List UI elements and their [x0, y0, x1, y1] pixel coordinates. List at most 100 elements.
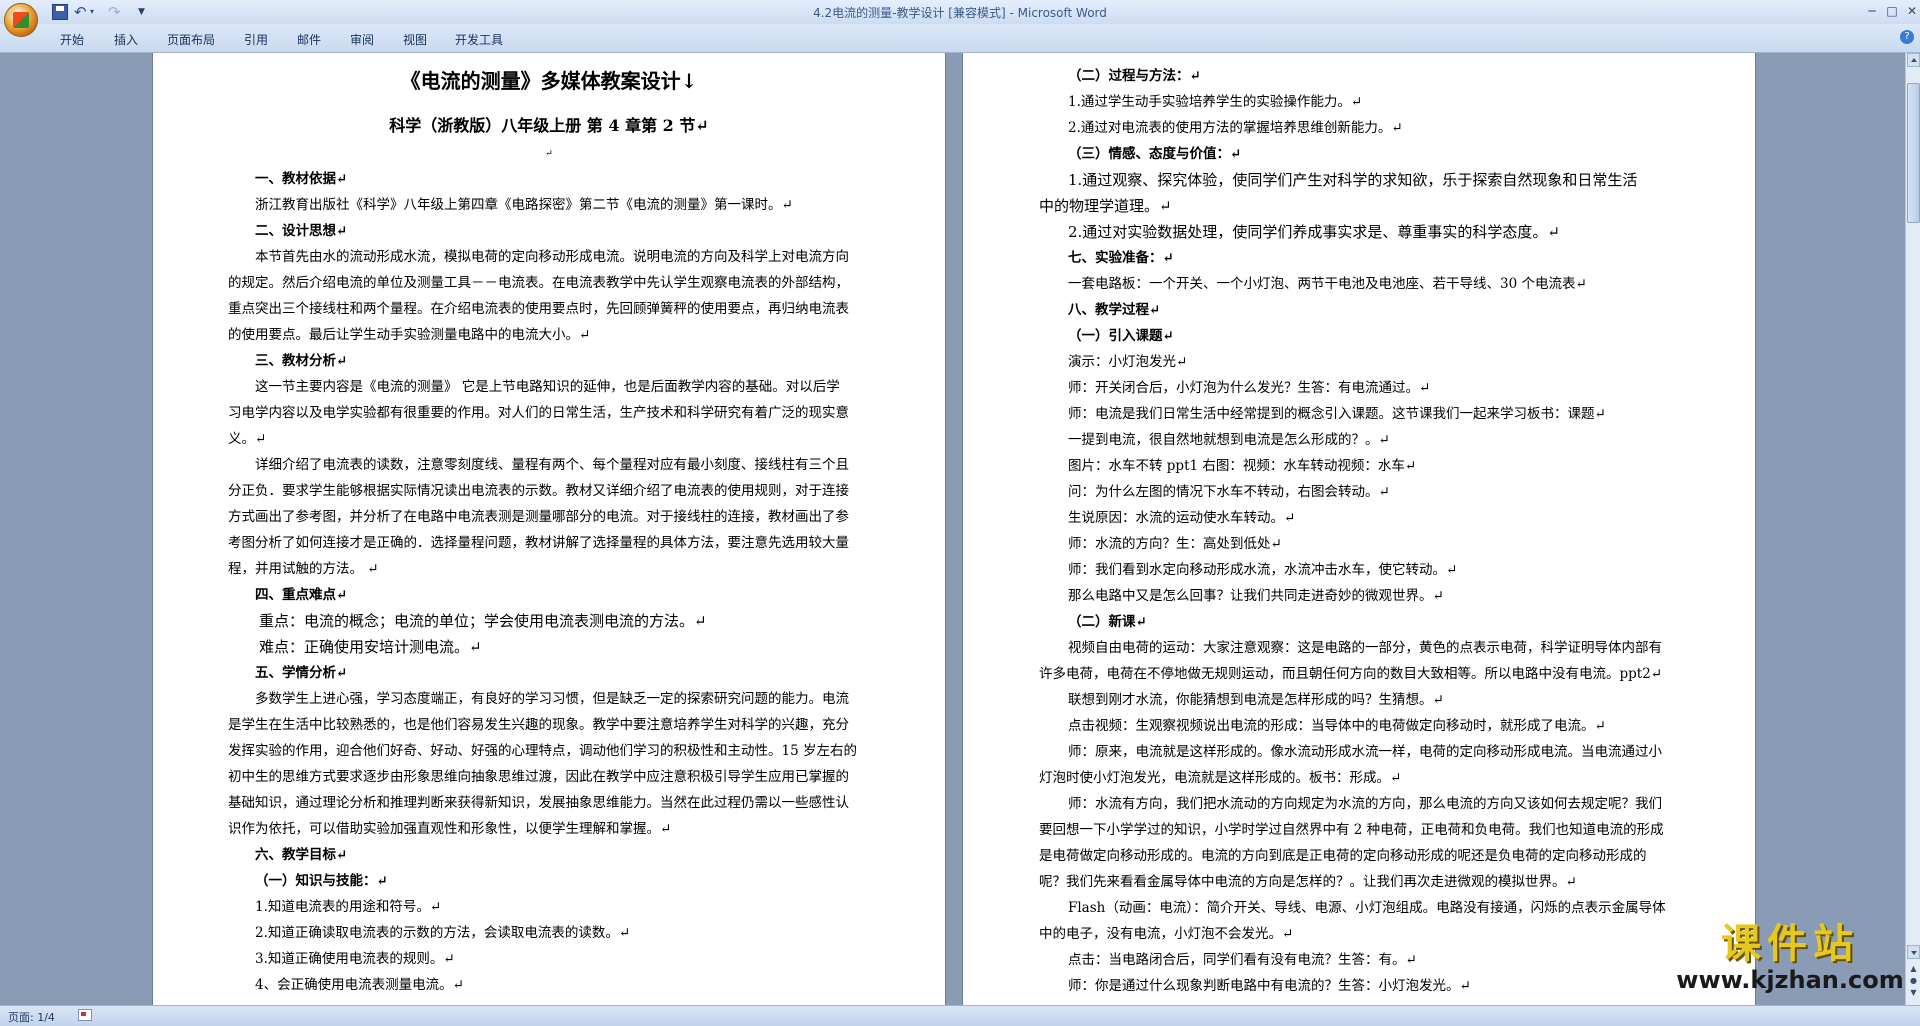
site-watermark: 课件站 www.kjzhan.com [1670, 922, 1910, 1000]
subsection-heading: （一）知识与技能：↵ [255, 873, 388, 889]
tab-insert[interactable]: 插入 [114, 31, 138, 48]
paragraph-line: 方式画出了参考图，并分析了在电路中电流表测是测量哪部分的电流。对于接线柱的连接，… [228, 509, 849, 525]
scroll-up-icon[interactable] [1907, 53, 1920, 67]
tab-review[interactable]: 审阅 [350, 31, 374, 48]
maximize-button[interactable]: □ [1882, 2, 1902, 20]
paragraph-line: 师：水流有方向，我们把水流动的方向规定为水流的方向，那么电流的方向又该如何去规定… [1068, 796, 1662, 812]
vertical-scrollbar[interactable]: ▲ ● ▼ [1905, 53, 1920, 1005]
section-heading: 六、教学目标↵ [255, 847, 348, 863]
paragraph-line: 呢？我们先来看看金属导体中电流的方向是怎样的？。让我们再次走进微观的模拟世界。↵ [1039, 874, 1577, 890]
tab-view[interactable]: 视图 [403, 31, 427, 48]
paragraph-line: 初中生的思维方式要求逐步由形象思维向抽象思维过渡，因此在教学中应注意积极引导学生… [228, 769, 849, 785]
paragraph-line: 是学生在生活中比较熟悉的，也是他们容易发生兴趣的现象。教学中要注意培养学生对科学… [228, 717, 849, 733]
paragraph-line: 识作为依托，可以借助实验加强直观性和形象性，以便学生理解和掌握。↵ [228, 821, 672, 837]
document-page[interactable]: （二）过程与方法：↵ 1.通过学生动手实验培养学生的实验操作能力。↵ 2.通过对… [963, 53, 1755, 1005]
paragraph-line: 演示：小灯泡发光↵ [1068, 354, 1188, 370]
scroll-thumb[interactable] [1907, 83, 1920, 223]
section-heading: 四、重点难点↵ [255, 587, 348, 603]
section-heading: 三、教材分析↵ [255, 353, 348, 369]
tab-page-layout[interactable]: 页面布局 [167, 31, 215, 48]
status-bar: 页面: 1/4 [0, 1005, 1920, 1026]
document-page[interactable]: 《电流的测量》多媒体教案设计↓ 科学（浙教版）八年级上册 第 4 章第 2 节↵… [153, 53, 945, 1005]
tab-references[interactable]: 引用 [244, 31, 268, 48]
paragraph-line: 许多电荷，电荷在不停地做无规则运动，而且朝任何方向的数目大致相等。所以电路中没有… [1039, 666, 1663, 682]
paragraph-line: 程，并用试触的方法。 ↵ [228, 561, 379, 577]
section-heading: 八、教学过程↵ [1068, 302, 1161, 318]
paragraph-line: 的规定。然后介绍电流的单位及测量工具－－电流表。在电流表教学中先认学生观察电流表… [228, 275, 849, 291]
paragraph-mark: ↵ [545, 149, 553, 159]
paragraph-line: 浙江教育出版社《科学》八年级上第四章《电路探密》第二节《电流的测量》第一课时。↵ [255, 197, 793, 213]
document-title: 《电流的测量》多媒体教案设计↓ [400, 69, 698, 93]
section-heading: 一、教材依据↵ [255, 171, 348, 187]
subsection-heading: （一）引入课题↵ [1068, 328, 1174, 344]
page-indicator[interactable]: 页面: 1/4 [8, 1009, 55, 1025]
paragraph-line: 习电学内容以及电学实验都有很重要的作用。对人们的日常生活，生产技术和科学研究有着… [228, 405, 849, 421]
office-button[interactable] [4, 3, 38, 37]
list-item: 2.通过对实验数据处理，使同学们养成事实求是、尊重事实的科学态度。↵ [1068, 223, 1560, 241]
paragraph-line: 难点：正确使用安培计测电流。↵ [259, 638, 482, 656]
list-item: 中的物理学道理。↵ [1039, 197, 1172, 215]
paragraph-line: 考图分析了如何连接才是正确的．选择量程问题，教材讲解了选择量程的具体方法，要注意… [228, 535, 849, 551]
paragraph-line: 发挥实验的作用，迎合他们好奇、好动、好强的心理特点，调动他们学习的积极性和主动性… [228, 743, 857, 759]
window-title: 4.2电流的测量-教学设计 [兼容模式] - Microsoft Word [813, 6, 1107, 20]
section-heading: 五、学情分析↵ [255, 665, 348, 681]
paragraph-line: 要回想一下小学学过的知识，小学时学过自然界中有 2 种电荷，正电荷和负电荷。我们… [1039, 822, 1664, 838]
tab-developer[interactable]: 开发工具 [455, 31, 503, 48]
proofing-icon[interactable] [78, 1009, 92, 1021]
help-icon[interactable]: ? [1900, 30, 1914, 44]
paragraph-line: 师：水流的方向？生：高处到低处↵ [1068, 536, 1282, 552]
paragraph-line: 生说原因：水流的运动使水车转动。↵ [1068, 510, 1296, 526]
tab-mailings[interactable]: 邮件 [297, 31, 321, 48]
document-subtitle: 科学（浙教版）八年级上册 第 4 章第 2 节↵ [389, 116, 709, 135]
paragraph-line: 一提到电流，很自然地就想到电流是怎么形成的？。↵ [1068, 432, 1390, 448]
paragraph-line: 图片：水车不转 ppt1 右图：视频：水车转动视频：水车↵ [1068, 458, 1417, 474]
list-item: 3.知道正确使用电流表的规则。↵ [255, 951, 455, 967]
list-item: 4、会正确使用电流表测量电流。↵ [255, 977, 464, 993]
section-heading: 二、设计思想↵ [255, 223, 348, 239]
watermark-title: 课件站 [1721, 921, 1859, 967]
paragraph-line: 一套电路板：一个开关、一个小灯泡、两节干电池及电池座、若干导线、30 个电流表↵ [1068, 276, 1587, 292]
title-bar: ↶ ▾ ↷ ▼ 4.2电流的测量-教学设计 [兼容模式] - Microsoft… [0, 0, 1920, 37]
paragraph-line: 师：电流是我们日常生活中经常提到的概念引入课题。这节课我们一起来学习板书：课题↵ [1068, 406, 1606, 422]
paragraph-line: 分正负．要求学生能够根据实际情况读出电流表的示数。教材又详细介绍了电流表的使用规… [228, 483, 849, 499]
list-item: 2.知道正确读取电流表的示数的方法，会读取电流表的读数。↵ [255, 925, 631, 941]
paragraph-line: 基础知识，通过理论分析和推理判断来获得新知识，发展抽象思维能力。当然在此过程仍需… [228, 795, 849, 811]
office-logo-icon [13, 12, 29, 28]
paragraph-line: 多数学生上进心强，学习态度端正，有良好的学习习惯，但是缺乏一定的探索研究问题的能… [255, 691, 849, 707]
paragraph-line: 师：开关闭合后，小灯泡为什么发光？生答：有电流通过。↵ [1068, 380, 1431, 396]
paragraph-line: 师：原来，电流就是这样形成的。像水流动形成水流一样，电荷的定向移动形成电流。当电… [1068, 744, 1662, 760]
paragraph-line: 本节首先由水的流动形成水流，模拟电荷的定向移动形成电流。说明电流的方向及科学上对… [255, 249, 849, 265]
paragraph-line: 重点：电流的概念；电流的单位；学会使用电流表测电流的方法。↵ [259, 612, 707, 630]
minimize-button[interactable]: ─ [1862, 2, 1882, 20]
subsection-heading: （二）新课↵ [1068, 614, 1147, 630]
paragraph-line: 师：我们看到水定向移动形成水流，水流冲击水车，使它转动。↵ [1068, 562, 1458, 578]
list-item: 1.通过观察、探究体验，使同学们产生对科学的求知欲，乐于探索自然现象和日常生活 [1068, 171, 1638, 189]
paragraph-line: 重点突出三个接线柱和两个量程。在介绍电流表的使用要点时，先回顾弹簧秤的使用要点，… [228, 301, 849, 317]
paragraph-line: 中的电子，没有电流，小灯泡不会发光。↵ [1039, 926, 1294, 942]
paragraph-line: 点击：当电路闭合后，同学们看有没有电流？生答：有。↵ [1068, 952, 1417, 968]
subsection-heading: （三）情感、态度与价值：↵ [1068, 146, 1242, 162]
paragraph-line: 师：你是通过什么现象判断电路中有电流的？生答：小灯泡发光。↵ [1068, 978, 1471, 994]
paragraph-line: 详细介绍了电流表的读数，注意零刻度线、量程有两个、每个量程对应有最小刻度、接线柱… [255, 457, 849, 473]
paragraph-line: 的使用要点。最后让学生动手实验测量电路中的电流大小。↵ [228, 327, 591, 343]
paragraph-line: 联想到刚才水流，你能猜想到电流是怎样形成的吗？生猜想。↵ [1068, 692, 1444, 708]
paragraph-line: 问：为什么左图的情况下水车不转动，右图会转动。↵ [1068, 484, 1390, 500]
paragraph-line: 那么电路中又是怎么回事？让我们共同走进奇妙的微观世界。↵ [1068, 588, 1444, 604]
list-item: 2.通过对电流表的使用方法的掌握培养思维创新能力。↵ [1068, 120, 1403, 136]
document-workspace: 《电流的测量》多媒体教案设计↓ 科学（浙教版）八年级上册 第 4 章第 2 节↵… [0, 53, 1905, 1005]
paragraph-line: 是电荷做定向移动形成的。电流的方向到底是正电荷的定向移动形成的呢还是负电荷的定向… [1039, 848, 1647, 864]
paragraph-line: 义。↵ [228, 431, 267, 447]
list-item: 1.通过学生动手实验培养学生的实验操作能力。↵ [1068, 94, 1363, 110]
paragraph-line: 点击视频：生观察视频说出电流的形成：当导体中的电荷做定向移动时，就形成了电流。↵ [1068, 718, 1606, 734]
ribbon-tab-bar: 开始 插入 页面布局 引用 邮件 审阅 视图 开发工具 ? [0, 24, 1920, 53]
paragraph-line: 这一节主要内容是《电流的测量》 它是上节电路知识的延伸，也是后面教学内容的基础。… [255, 379, 840, 395]
paragraph-line: Flash（动画：电流）：简介开关、导线、电源、小灯泡组成。电路没有接通，闪烁的… [1068, 900, 1666, 916]
list-item: 1.知道电流表的用途和符号。↵ [255, 899, 442, 915]
section-heading: 七、实验准备：↵ [1068, 250, 1174, 266]
tab-home[interactable]: 开始 [60, 31, 84, 48]
paragraph-line: 灯泡时使小灯泡发光，电流就是这样形成的。板书：形成。↵ [1039, 770, 1402, 786]
watermark-url: www.kjzhan.com [1676, 966, 1904, 994]
paragraph-line: 视频自由电荷的运动：大家注意观察：这是电路的一部分，黄色的点表示电荷，科学证明导… [1068, 640, 1662, 656]
subsection-heading: （二）过程与方法：↵ [1068, 68, 1201, 84]
close-button[interactable]: ✕ [1902, 2, 1920, 20]
